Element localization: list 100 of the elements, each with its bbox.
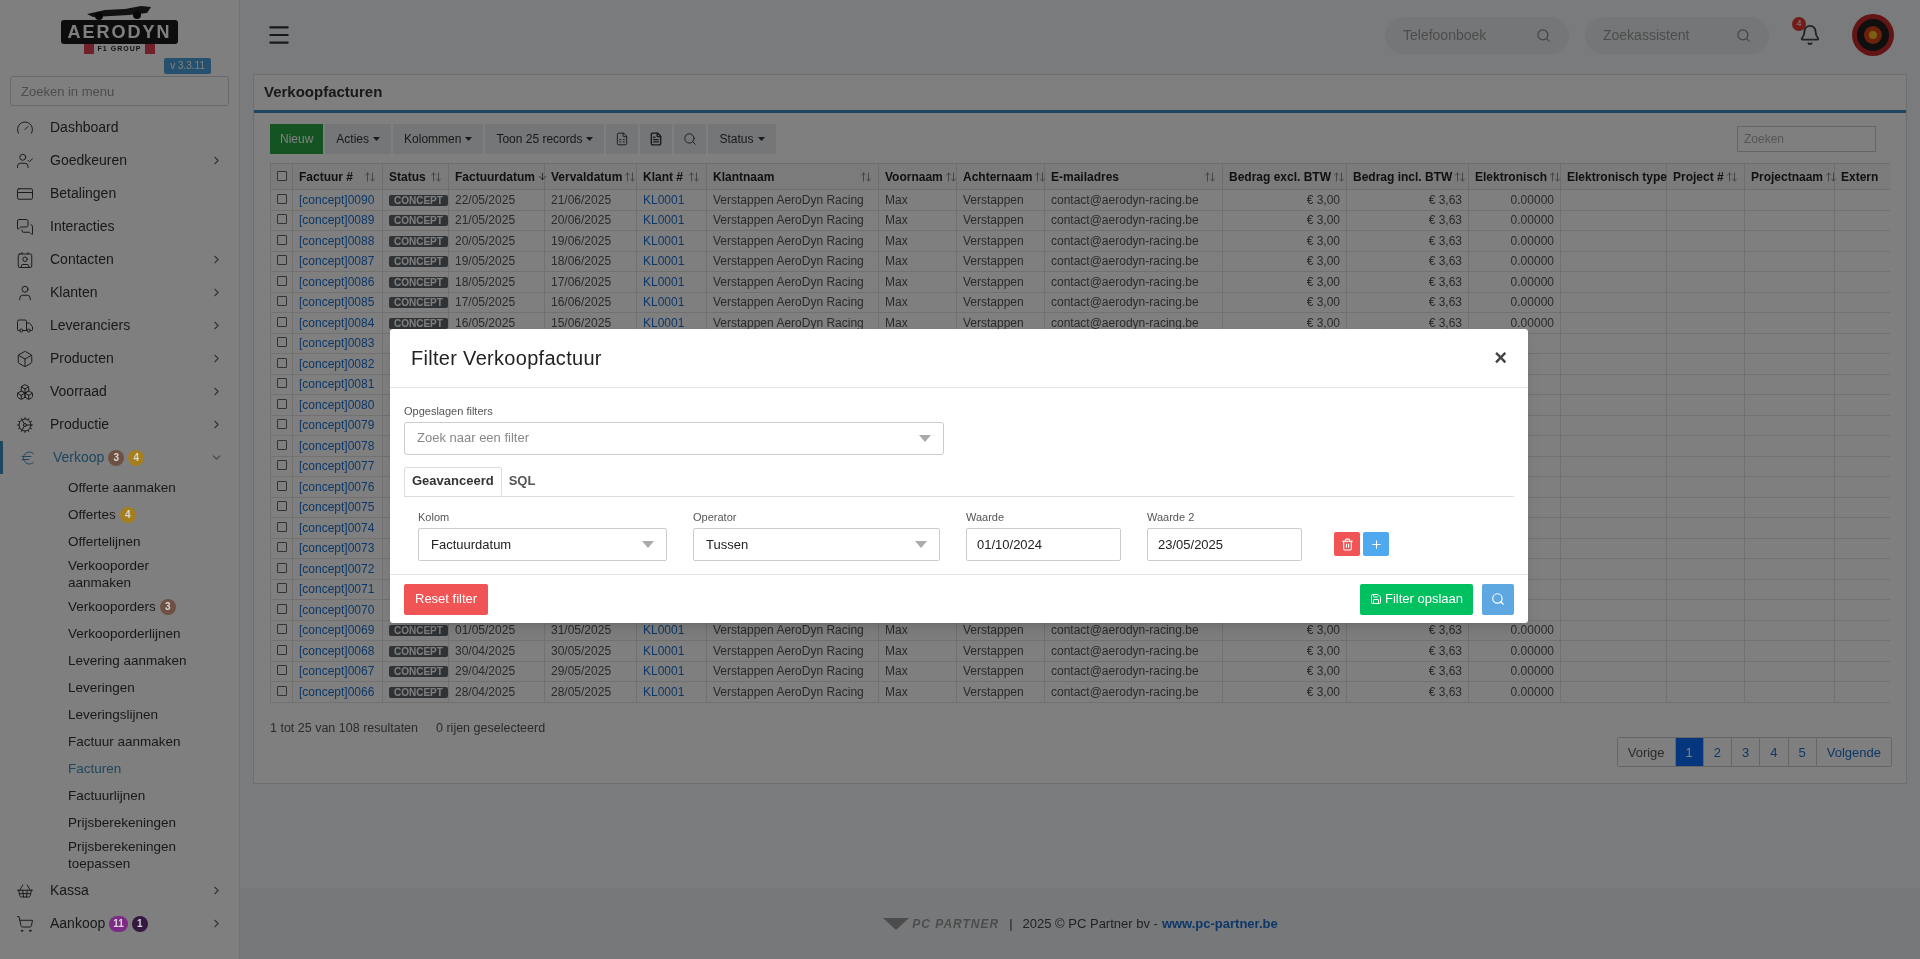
checkbox[interactable] [276,357,287,368]
checkbox[interactable] [276,316,287,327]
menu-item[interactable]: Productie [0,408,239,441]
checkbox[interactable] [276,378,287,389]
sort-icon[interactable] [1333,170,1346,183]
save-filter-button[interactable]: Filter opslaan [1359,583,1473,615]
submenu-item[interactable]: Facturen [68,760,122,777]
checkbox[interactable] [276,460,287,471]
menu-item[interactable]: Verkoop 3 4 [0,441,239,474]
submenu-item[interactable]: Leveringslijnen [68,706,159,723]
sort-icon[interactable] [1825,170,1838,183]
checkbox[interactable] [276,583,287,594]
table-cell: Verstappen [963,315,1024,330]
checkbox[interactable] [276,685,287,696]
checkbox[interactable] [276,624,287,635]
menu-item[interactable]: Betalingen [0,177,239,210]
checkbox[interactable] [276,521,287,532]
avatar-icon[interactable] [1851,13,1895,57]
value-field[interactable]: 01/10/2024 [966,528,1121,561]
dropdown-button[interactable]: Status [708,124,776,154]
checkbox[interactable] [276,337,287,348]
new-button[interactable]: Nieuw [270,124,324,154]
reset-filter-button[interactable]: Reset filter [404,583,489,615]
icon-button[interactable] [640,124,673,154]
menu-item[interactable]: Producten [0,342,239,375]
table-cell: 17/06/2025 [551,274,612,289]
submenu-item[interactable]: Verkooporderlijnen [68,625,181,642]
checkbox[interactable] [276,542,287,553]
sort-desc-icon[interactable] [537,171,548,182]
saved-filter-select[interactable]: Zoek naar een filter [404,421,944,455]
menu-item[interactable]: Kassa [0,874,239,907]
value-field[interactable]: 23/05/2025 [1147,528,1302,561]
sort-icon[interactable] [624,170,637,183]
sort-icon[interactable] [1454,170,1467,183]
add-button[interactable] [1363,532,1389,556]
menu-item[interactable]: Dashboard [0,111,239,144]
checkbox[interactable] [276,255,287,266]
checkbox[interactable] [276,480,287,491]
footer-link[interactable]: www.pc-partner.be [1161,913,1278,934]
filter-tab[interactable]: SQL [501,466,543,496]
checkbox[interactable] [276,419,287,430]
page-button[interactable]: 1 [1674,738,1703,767]
submenu-item[interactable]: Verkooporders [68,598,156,615]
sort-icon[interactable] [860,170,872,183]
submenu-item[interactable]: Offertelijnen [68,533,141,550]
menu-item[interactable]: Leveranciers [0,309,239,342]
checkbox[interactable] [276,275,287,286]
checkbox[interactable] [276,562,287,573]
menu-item[interactable]: Contacten [0,243,239,276]
checkbox[interactable] [276,439,287,450]
menu-item[interactable]: Klanten [0,276,239,309]
submenu-item[interactable]: Prijsberekeningen [68,814,177,831]
sort-icon[interactable] [1549,170,1562,183]
sort-icon[interactable] [364,170,376,183]
dropdown-button[interactable]: Kolommen [393,124,484,154]
dropdown-button[interactable]: Acties [325,124,392,154]
dropdown-button[interactable]: Toon 25 records [485,124,605,154]
page-button[interactable]: Volgende [1815,738,1891,767]
submenu-item[interactable]: Offertes [68,506,116,523]
checkbox[interactable] [276,296,287,307]
menu-item[interactable]: Voorraad [0,375,239,408]
checkbox[interactable] [276,398,287,409]
checkbox[interactable] [276,170,287,181]
filter-tab[interactable]: Geavanceerd [404,466,502,496]
menu-item[interactable]: Goedkeuren [0,144,239,177]
icon-button[interactable] [674,124,707,154]
menu-item[interactable]: Interacties [0,210,239,243]
truck-icon [16,316,34,335]
status-badge: CONCEPT [389,276,448,288]
table-cell: Verstappen AeroDyn Racing [713,254,864,269]
checkbox[interactable] [276,501,287,512]
checkbox[interactable] [276,214,287,225]
checkbox[interactable] [276,603,287,614]
sort-icon[interactable] [1204,170,1216,183]
submenu-item[interactable]: Leveringen [68,679,135,696]
table-cell: Verstappen [963,274,1024,289]
delete-button[interactable] [1334,532,1360,556]
submenu-item[interactable]: Prijsberekeningen toepassen [68,838,208,872]
checkbox[interactable] [276,234,287,245]
select-field[interactable]: Tussen [693,528,940,561]
icon-button[interactable] [606,124,639,154]
sort-icon[interactable] [1726,170,1738,183]
sort-icon[interactable] [1034,170,1047,183]
close-button[interactable]: × [1494,347,1507,369]
checkbox[interactable] [276,665,287,676]
sort-icon[interactable] [944,170,957,183]
submenu-item[interactable]: Factuur aanmaken [68,733,181,750]
submenu-item[interactable]: Factuurlijnen [68,787,146,804]
submenu-item[interactable]: Verkooporder aanmaken [68,557,208,591]
submenu-item[interactable]: Levering aanmaken [68,652,187,669]
submenu-item[interactable]: Offerte aanmaken [68,479,176,496]
bell-icon[interactable] [1799,24,1821,46]
search-button[interactable] [1482,583,1514,615]
select-field[interactable]: Factuurdatum [418,528,667,561]
table-cell: 0.00000 [1510,684,1554,699]
checkbox[interactable] [276,193,287,204]
sort-icon[interactable] [688,170,700,183]
menu-item[interactable]: Aankoop 11 1 [0,907,239,940]
checkbox[interactable] [276,644,287,655]
sort-icon[interactable] [430,170,442,183]
